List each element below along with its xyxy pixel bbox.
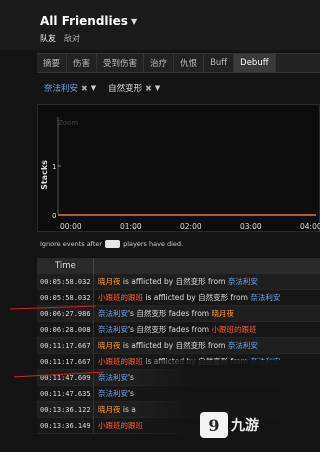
report-title: All Friendlies [40,14,128,28]
event-text-part: 晓月夜 [211,309,234,318]
watermark: 9 九游 [200,412,259,438]
y-top-label: Zoom [58,119,78,127]
watermark-text: 九游 [231,418,259,434]
chevron-down-icon[interactable]: ▼ [155,84,160,92]
view-tabs: 摘要 伤害 受到伤害 治疗 仇恨 Buff Debuff [37,53,320,73]
event-text-part: fades from [166,309,212,318]
event-time: 00:11:17.667 [37,338,94,353]
tab-debuff[interactable]: Debuff [234,54,276,72]
event-text-part: 小跟班的跟班 [98,293,143,302]
x-tick-label: 01:00 [120,222,142,231]
faction-subtabs: 队友 敌对 [40,33,80,44]
filter-source-label: 奈法利安 [44,84,79,94]
ignore-prefix: Ignore events after [40,240,103,248]
y-tick-label: 0 [52,212,56,220]
event-time: 00:05:58.032 [37,274,94,289]
event-text-part: 晓月夜 [98,341,121,350]
tab-buff[interactable]: Buff [204,54,235,72]
table-row[interactable]: 00:06:27.986 奈法利安's 自然变形 fades from 晓月夜 [37,306,320,322]
event-text-part: 自然变形 [198,293,229,302]
stacks-chart[interactable]: Stacks Zoom 0 1 00:00 01:00 02:00 03:00 04:00 [37,104,320,232]
event-text-part: 自然变形 [175,277,206,286]
watermark-overlay [130,360,320,452]
event-text-part: from [205,277,228,286]
x-tick-label: 03:00 [240,222,262,231]
event-text-part: 自然变形 [136,309,167,318]
event-text-part: 晓月夜 [98,405,121,414]
event-text-part: 奈法利安 [98,325,128,334]
event-time: 00:06:28.008 [37,322,94,337]
event-text-part: 小跟班的跟班 [211,325,257,334]
chart-canvas: Stacks Zoom 0 1 00:00 01:00 02:00 03:00 04:00 [40,117,320,231]
time-column-header[interactable]: Time [37,258,94,274]
table-row[interactable]: 00:06:28.008 奈法利安's 自然变形 fades from 小跟班的跟… [37,322,320,338]
tab-damage-taken[interactable]: 受到伤害 [97,54,145,72]
event-text-part: from [228,293,251,302]
x-tick-label: 02:00 [180,222,202,231]
event-description: 奈法利安's 自然变形 fades from 晓月夜 [94,308,234,319]
death-count-input[interactable] [105,240,121,248]
event-text-part: 奈法利安 [98,373,128,382]
event-text-part: 自然变形 [136,325,167,334]
event-description: 奈法利安's [94,372,134,383]
filter-ability[interactable]: 自然变形 ✖ ▼ [108,82,160,95]
event-text-part: 奈法利安 [227,277,258,286]
filter-source[interactable]: 奈法利安 ✖ ▼ [44,82,96,95]
event-time: 00:11:47.635 [37,386,94,401]
y-tick-label: 1 [52,163,56,171]
event-text-part: 奈法利安 [227,341,258,350]
remove-filter-icon[interactable]: ✖ [145,84,152,93]
event-text-part: fades from [166,325,212,334]
event-description: 小跟班的跟班 is afflicted by 自然变形 from 奈法利安 [94,292,280,303]
event-text-part: 自然变形 [175,341,206,350]
table-row[interactable]: 00:11:17.667 晓月夜 is afflicted by 自然变形 fro… [37,338,320,354]
ignore-suffix: players have died. [123,240,184,248]
filter-ability-label: 自然变形 [108,84,143,94]
chevron-down-icon: ▼ [130,16,138,26]
remove-filter-icon[interactable]: ✖ [81,84,88,93]
x-tick-label: 04:00 [300,222,320,231]
table-header: Time [37,258,320,274]
event-description: 奈法利安's [94,388,134,399]
subtab-friendly[interactable]: 队友 [40,33,56,44]
y-axis-label: Stacks [40,160,49,190]
report-header: All Friendlies ▼ 队友 敌对 [0,0,320,50]
event-time: 00:05:58.032 [37,290,94,305]
event-description: 奈法利安's 自然变形 fades from 小跟班的跟班 [94,324,256,335]
event-text-part: 奈法利安 [98,309,128,318]
event-text-part: is afflicted by [120,341,176,350]
event-description: 晓月夜 is afflicted by 自然变形 from 奈法利安 [94,276,258,287]
tab-damage-done[interactable]: 伤害 [67,54,98,72]
event-description: 晓月夜 is afflicted by 自然变形 from 奈法利安 [94,340,258,351]
event-text-part: is afflicted by [120,277,176,286]
filter-bar: 奈法利安 ✖ ▼ 自然变形 ✖ ▼ [44,82,160,95]
event-text-part: is afflicted by [143,293,199,302]
event-text-part: 奈法利安 [98,389,128,398]
event-text-part: 奈法利安 [250,293,281,302]
source-dropdown[interactable]: All Friendlies ▼ [40,14,137,28]
event-time: 00:13:36.149 [37,418,94,433]
chevron-down-icon[interactable]: ▼ [91,84,96,92]
table-row[interactable]: 00:05:58.032 晓月夜 is afflicted by 自然变形 fro… [37,274,320,290]
event-time: 00:13:36.122 [37,402,94,417]
tab-threat[interactable]: 仇恨 [174,54,205,72]
x-tick-label: 00:00 [60,222,82,231]
event-text-part: from [205,341,228,350]
event-text-part: 晓月夜 [98,277,121,286]
ignore-events-option: Ignore events after players have died. [40,240,183,248]
subtab-enemy[interactable]: 敌对 [64,33,80,44]
tab-summary[interactable]: 摘要 [37,54,68,72]
table-row[interactable]: 00:05:58.032 小跟班的跟班 is afflicted by 自然变形 … [37,290,320,306]
tab-healing[interactable]: 治疗 [144,54,175,72]
watermark-logo: 9 [200,412,228,438]
event-time: 00:11:17.667 [37,354,94,369]
